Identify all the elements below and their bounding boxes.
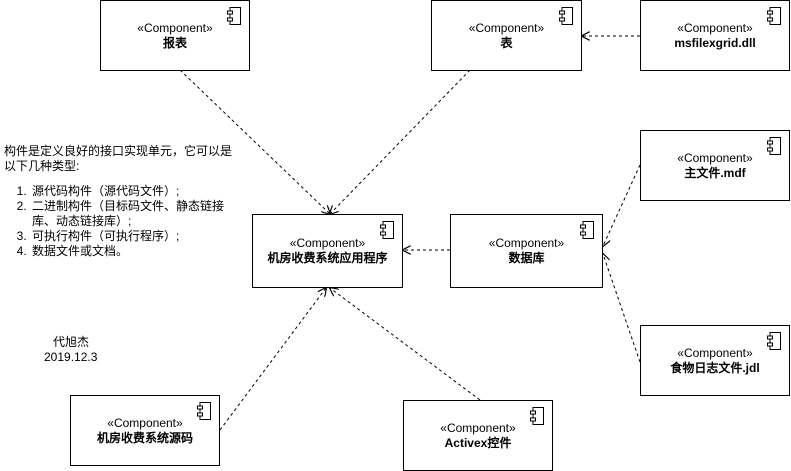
component-name: 主文件.mdf — [684, 165, 746, 180]
note-intro: 构件是定义良好的接口实现单元，它可以是以下几种类型: — [4, 144, 233, 173]
stereotype-label: «Component» — [677, 345, 753, 360]
component-name: 食物日志文件.jdl — [670, 360, 760, 375]
author-name: 代旭杰 — [53, 335, 90, 349]
stereotype-label: «Component» — [468, 20, 545, 35]
stereotype-label: «Component» — [677, 20, 753, 35]
stereotype-label: «Component» — [289, 236, 366, 250]
component-log-file[interactable]: «Component» 食物日志文件.jdl — [640, 325, 790, 396]
component-icon — [227, 7, 241, 25]
edge-mainfile-to-database — [603, 164, 641, 246]
component-name: 机房收费系统源码 — [96, 430, 193, 445]
author-date: 2019.12.3 — [44, 350, 98, 364]
component-icon — [580, 221, 594, 239]
component-icon — [767, 137, 781, 155]
component-app[interactable]: «Component» 机房收费系统应用程序 — [252, 214, 403, 288]
edge-activex-to-app — [330, 288, 481, 401]
edge-table-to-app — [330, 69, 471, 214]
component-name: 报表 — [162, 35, 187, 50]
component-msfilexgrid[interactable]: «Component» msfilexgrid.dll — [640, 0, 790, 71]
stereotype-label: «Component» — [677, 150, 753, 165]
component-name: 数据库 — [508, 251, 545, 265]
stereotype-label: «Component» — [488, 236, 565, 250]
component-types-note: 构件是定义良好的接口实现单元，它可以是以下几种类型: 源代码构件（源代码文件）;… — [4, 144, 240, 259]
component-name: 机房收费系统应用程序 — [267, 251, 388, 265]
component-icon — [530, 407, 544, 425]
note-item: 源代码构件（源代码文件）; — [30, 184, 240, 199]
note-item: 数据文件或文档。 — [30, 244, 240, 259]
note-item: 二进制构件（目标码文件、静态链接库、动态链接库）; — [30, 199, 240, 229]
stereotype-label: «Component» — [107, 415, 183, 430]
component-icon — [380, 221, 394, 239]
component-name: Activex控件 — [444, 435, 512, 450]
note-item: 可执行构件（可执行程序）; — [30, 229, 240, 244]
component-icon — [767, 332, 781, 350]
component-source[interactable]: «Component» 机房收费系统源码 — [70, 395, 220, 466]
note-list: 源代码构件（源代码文件）; 二进制构件（目标码文件、静态链接库、动态链接库）; … — [4, 184, 240, 259]
component-name: 表 — [500, 35, 513, 50]
component-icon — [767, 7, 781, 25]
stereotype-label: «Component» — [137, 20, 213, 35]
component-main-file[interactable]: «Component» 主文件.mdf — [640, 130, 790, 201]
component-report[interactable]: «Component» 报表 — [100, 0, 250, 71]
edge-logfile-to-database — [603, 254, 641, 363]
component-activex[interactable]: «Component» Activex控件 — [403, 400, 553, 471]
component-icon — [197, 402, 211, 420]
edge-source-to-app — [219, 288, 326, 431]
component-name: msfilexgrid.dll — [674, 35, 756, 50]
component-icon — [559, 7, 573, 25]
component-database[interactable]: «Component» 数据库 — [450, 214, 603, 288]
author-note: 代旭杰 2019.12.3 — [44, 335, 97, 365]
component-table[interactable]: «Component» 表 — [431, 0, 582, 71]
stereotype-label: «Component» — [440, 420, 516, 435]
